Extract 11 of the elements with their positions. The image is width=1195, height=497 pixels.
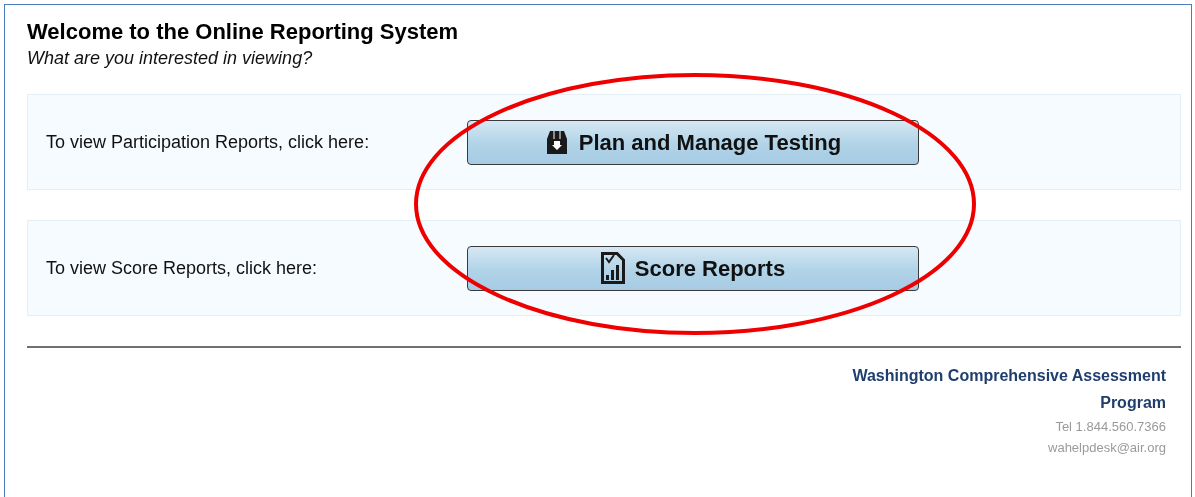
email-address: wahelpdesk@air.org <box>1048 439 1166 457</box>
option-label: To view Score Reports, click here: <box>46 256 319 280</box>
page-title: Welcome to the Online Reporting System <box>27 18 460 46</box>
chart-report-icon <box>600 252 625 284</box>
option-label: To view Participation Reports, click here: <box>46 130 371 154</box>
organization-name: Washington Comprehensive Assessment Program <box>851 366 1166 413</box>
box-icon <box>544 129 569 155</box>
phone-number: Tel 1.844.560.7366 <box>1055 418 1166 436</box>
page-subtitle: What are you interested in viewing? <box>27 47 314 70</box>
report-button[interactable]: Score Reports <box>467 245 919 291</box>
report-button[interactable]: Plan and Manage Testing <box>467 119 919 165</box>
